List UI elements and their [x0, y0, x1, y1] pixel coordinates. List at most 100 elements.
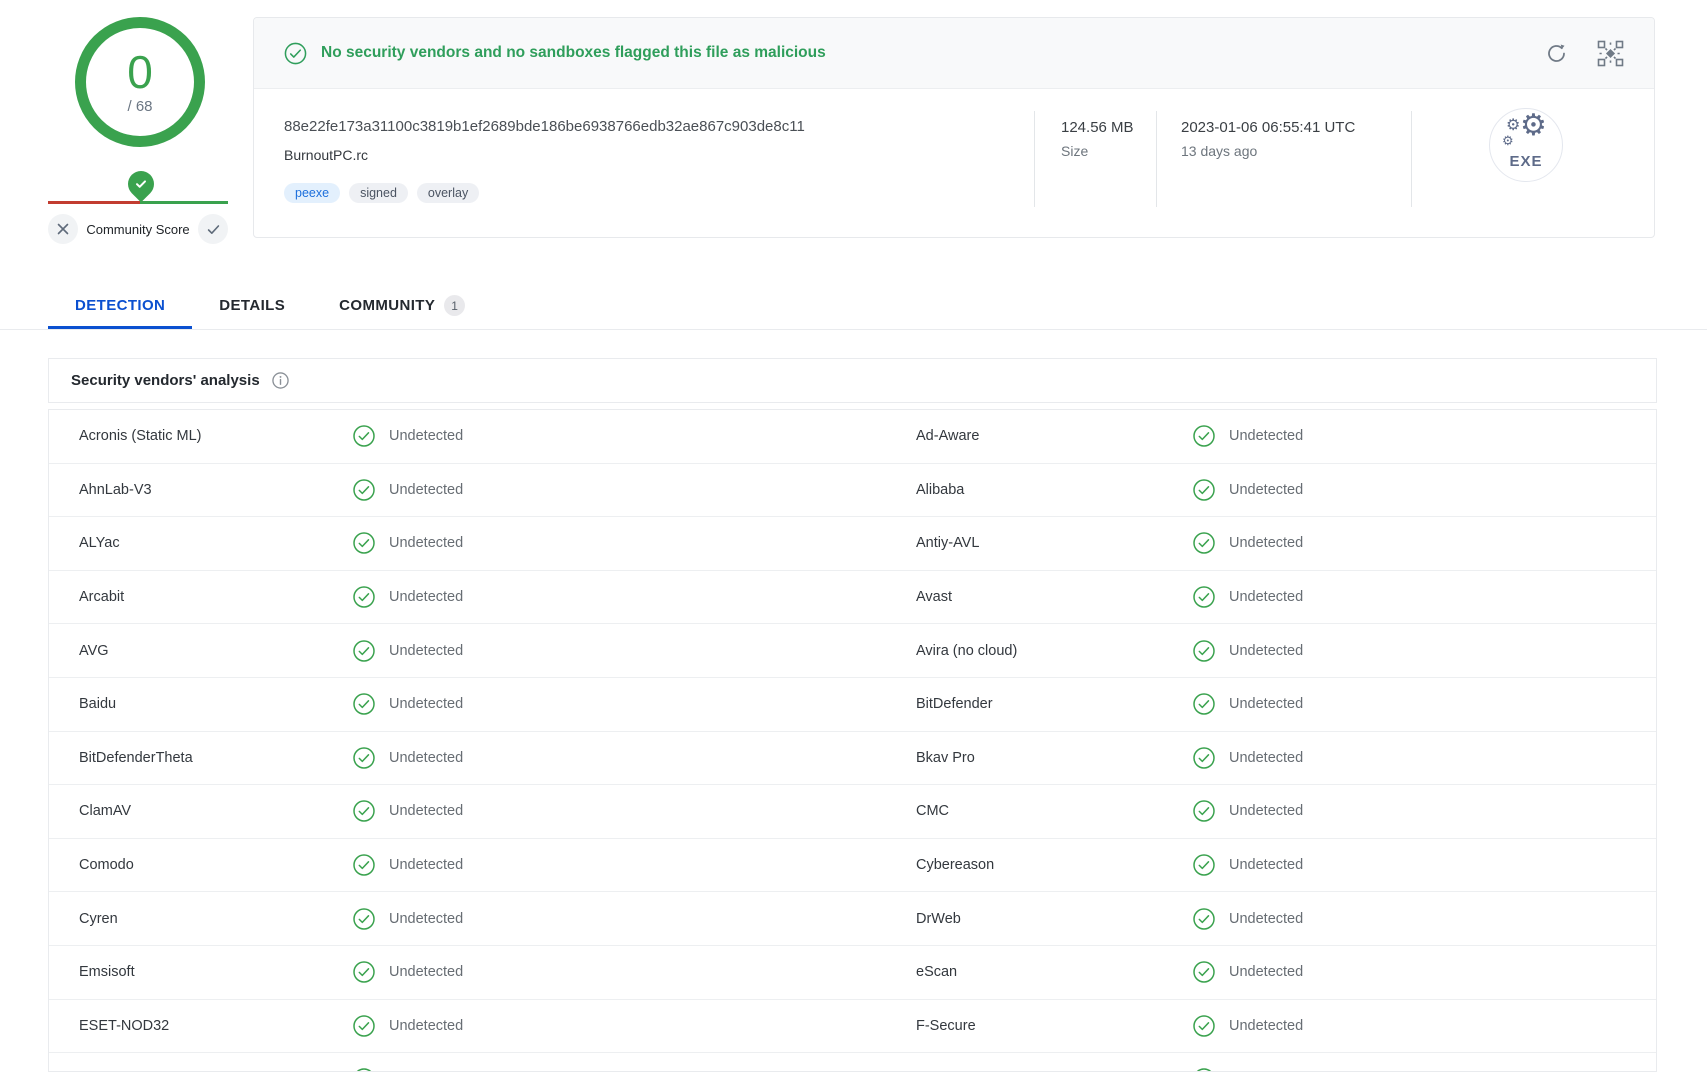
table-row: Comodo Undetected Cybereason Undetected	[49, 839, 1656, 893]
check-circle-icon	[353, 479, 375, 501]
tab-details[interactable]: DETAILS	[192, 285, 312, 329]
detection-score-ring: 0 / 68	[75, 17, 205, 147]
vendor-analysis-table: Acronis (Static ML) Undetected Ad-Aware …	[48, 409, 1657, 1072]
check-circle-icon	[353, 640, 375, 662]
status-text: Undetected	[1229, 482, 1303, 498]
status-text: Undetected	[389, 696, 463, 712]
vendor-name: Cybereason	[916, 857, 994, 873]
vendor-status: Undetected	[353, 908, 463, 930]
vendor-name: ClamAV	[79, 803, 131, 819]
analysis-date-value: 2023-01-06 06:55:41 UTC	[1181, 119, 1355, 136]
check-circle-icon	[1193, 854, 1215, 876]
community-score-pin-icon	[123, 166, 160, 203]
check-circle-icon	[1193, 586, 1215, 608]
vendor-name: Ad-Aware	[916, 428, 979, 444]
vendor-name: BitDefender	[916, 696, 993, 712]
vendor-status: Undetected	[353, 532, 463, 554]
table-row: Baidu Undetected BitDefender Undetected	[49, 678, 1656, 732]
file-size-label: Size	[1061, 143, 1134, 159]
vendor-name: Cyren	[79, 911, 118, 927]
table-row: ESET-NOD32 Undetected F-Secure Undetecte…	[49, 1000, 1656, 1054]
vendor-status: Undetected	[353, 1015, 463, 1037]
status-text: Undetected	[1229, 750, 1303, 766]
tag-signed[interactable]: signed	[349, 183, 408, 203]
check-icon	[206, 222, 221, 237]
status-text: Undetected	[389, 964, 463, 980]
check-circle-icon	[1193, 425, 1215, 447]
analysis-title: Security vendors' analysis	[71, 372, 260, 389]
vendor-name: BitDefenderTheta	[79, 750, 193, 766]
status-text: Undetected	[389, 589, 463, 605]
vendor-status: Undetected	[1193, 586, 1303, 608]
gear-icon: ⚙	[1502, 134, 1514, 147]
table-row: ALYac Undetected Antiy-AVL Undetected	[49, 517, 1656, 571]
vendor-status: Undetected	[1193, 1015, 1303, 1037]
status-text: Undetected	[1229, 911, 1303, 927]
table-row: Cyren Undetected DrWeb Undetected	[49, 892, 1656, 946]
check-circle-icon	[353, 1068, 375, 1072]
vendor-name: Baidu	[79, 696, 116, 712]
reanalyze-icon[interactable]	[1544, 41, 1569, 66]
vendor-status	[1193, 1068, 1229, 1072]
status-text: Undetected	[1229, 803, 1303, 819]
table-row: Acronis (Static ML) Undetected Ad-Aware …	[49, 410, 1656, 464]
vendor-status: Undetected	[1193, 640, 1303, 662]
check-circle-icon	[353, 532, 375, 554]
similar-files-icon[interactable]	[1597, 40, 1624, 67]
vendor-name: Arcabit	[79, 589, 124, 605]
check-circle-icon	[353, 1015, 375, 1037]
check-circle-icon	[1193, 693, 1215, 715]
file-size-value: 124.56 MB	[1061, 119, 1134, 136]
table-row: ClamAV Undetected CMC Undetected	[49, 785, 1656, 839]
vote-harmless-button[interactable]	[198, 214, 228, 244]
file-summary-card: No security vendors and no sandboxes fla…	[253, 17, 1655, 238]
x-icon	[56, 222, 70, 236]
check-circle-icon	[353, 693, 375, 715]
vendor-status: Undetected	[1193, 532, 1303, 554]
gear-icon: ⚙	[1506, 118, 1520, 134]
vendor-status: Undetected	[1193, 747, 1303, 769]
vendor-status: Undetected	[353, 800, 463, 822]
status-text: Undetected	[389, 482, 463, 498]
divider	[1156, 111, 1157, 207]
info-icon[interactable]	[272, 372, 289, 389]
vote-malicious-button[interactable]	[48, 214, 78, 244]
vendor-name: eScan	[916, 964, 957, 980]
check-circle-icon	[353, 961, 375, 983]
vendor-name: Acronis (Static ML)	[79, 428, 201, 444]
vendor-status: Undetected	[1193, 908, 1303, 930]
analysis-section-header: Security vendors' analysis	[48, 358, 1657, 403]
status-text: Undetected	[389, 803, 463, 819]
vendor-status: Undetected	[1193, 800, 1303, 822]
check-circle-icon	[1193, 747, 1215, 769]
vendor-name: Avast	[916, 589, 952, 605]
vendor-status: Undetected	[353, 747, 463, 769]
vendor-status: Undetected	[1193, 479, 1303, 501]
vendor-status: Undetected	[1193, 854, 1303, 876]
tag-peexe[interactable]: peexe	[284, 183, 340, 203]
check-circle-icon	[1193, 1015, 1215, 1037]
vendor-status: Undetected	[353, 961, 463, 983]
check-circle-icon	[1193, 640, 1215, 662]
check-circle-icon	[353, 586, 375, 608]
file-hash: 88e22fe173a31100c3819b1ef2689bde186be693…	[284, 118, 805, 135]
table-row: Emsisoft Undetected eScan Undetected	[49, 946, 1656, 1000]
vendor-name: CMC	[916, 803, 949, 819]
check-circle-icon	[353, 800, 375, 822]
vendor-status	[353, 1068, 389, 1072]
tab-community[interactable]: COMMUNITY 1	[312, 285, 492, 329]
exe-file-type-icon: ⚙ ⚙ ⚙ EXE	[1489, 108, 1563, 182]
detection-score-total: / 68	[127, 98, 152, 115]
vendor-name: Emsisoft	[79, 964, 135, 980]
tag-overlay[interactable]: overlay	[417, 183, 479, 203]
tab-detection[interactable]: DETECTION	[48, 285, 192, 329]
vendor-status: Undetected	[353, 586, 463, 608]
status-text: Undetected	[389, 750, 463, 766]
check-circle-icon	[353, 854, 375, 876]
status-text: Undetected	[389, 857, 463, 873]
community-count-badge: 1	[444, 295, 465, 316]
table-row: AVG Undetected Avira (no cloud) Undetect…	[49, 624, 1656, 678]
vendor-status: Undetected	[353, 425, 463, 447]
status-text: Undetected	[1229, 535, 1303, 551]
community-score-label: Community Score	[86, 222, 189, 237]
